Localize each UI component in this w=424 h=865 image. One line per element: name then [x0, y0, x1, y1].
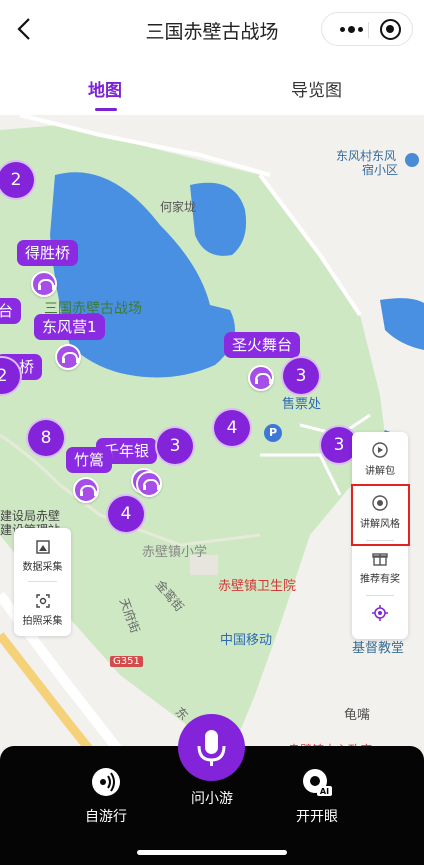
map-label-church: 基督教堂	[352, 641, 405, 656]
photo-scan-icon	[35, 594, 50, 608]
audio-pin-icon[interactable]	[55, 344, 81, 370]
open-eye-button[interactable]: AI 开开眼	[277, 766, 357, 826]
spot-zhugao[interactable]: 竹篙	[66, 447, 113, 473]
more-dots-icon[interactable]	[336, 13, 366, 45]
audio-pack-icon	[372, 442, 388, 458]
spot-tai[interactable]: 台	[0, 298, 22, 324]
data-collect-label: 数据采集	[22, 562, 63, 573]
voice-ask-button[interactable]	[178, 714, 245, 781]
open-eye-label: 开开眼	[296, 809, 338, 825]
map-label-guizui: 龟嘴	[344, 708, 371, 723]
cluster-marker[interactable]: 8	[26, 418, 66, 458]
photo-collect-button[interactable]: 拍照采集	[14, 594, 71, 627]
gift-icon	[372, 553, 388, 566]
map-label-school: 赤壁镇小学	[142, 545, 208, 560]
active-tab-indicator	[95, 108, 117, 111]
tab-map[interactable]: 地图	[88, 76, 122, 101]
audio-pack-button[interactable]: 讲解包	[352, 442, 408, 477]
self-tour-label: 自游行	[85, 809, 127, 825]
audio-pin-icon[interactable]	[248, 365, 274, 391]
residential-pin-icon	[405, 153, 419, 167]
locate-button[interactable]	[352, 605, 408, 625]
photo-collect-label: 拍照采集	[22, 616, 63, 627]
highway-badge: G351	[110, 656, 143, 667]
recommend-reward-button[interactable]: 推荐有奖	[352, 550, 408, 585]
audio-pack-label: 讲解包	[365, 466, 395, 477]
locate-icon	[372, 605, 388, 621]
toolbar-divider	[28, 581, 57, 582]
narration-style-highlight	[351, 484, 410, 546]
self-tour-button[interactable]: 自游行	[66, 766, 146, 826]
spot-dongfengying[interactable]: 东风营1	[34, 314, 105, 340]
map-label-dongfeng-2: 宿小区	[362, 163, 399, 177]
self-tour-icon	[92, 768, 120, 796]
parking-icon[interactable]: P	[264, 424, 282, 442]
tab-guide-map[interactable]: 导览图	[291, 76, 342, 101]
ai-camera-icon: AI	[303, 769, 332, 796]
capsule-divider	[368, 22, 369, 38]
left-toolbar: 数据采集 拍照采集	[14, 528, 71, 636]
microphone-icon	[197, 730, 226, 766]
data-collect-button[interactable]: 数据采集	[14, 540, 71, 573]
recommend-reward-label: 推荐有奖	[360, 574, 400, 585]
map-label-health: 赤壁镇卫生院	[218, 579, 297, 594]
ai-badge-text: AI	[320, 787, 329, 796]
cluster-marker[interactable]: 4	[212, 408, 252, 448]
audio-pin-icon[interactable]	[31, 271, 57, 297]
data-collect-icon	[35, 540, 50, 554]
voice-ask-label: 问小游	[191, 791, 233, 807]
spot-deshengqiao[interactable]: 得胜桥	[17, 240, 79, 266]
map-label-mobile: 中国移动	[220, 633, 273, 648]
map-label-hejialong: 何家垅	[160, 200, 197, 214]
spot-shenghuo-stage[interactable]: 圣火舞台	[224, 332, 301, 358]
target-circle-icon[interactable]	[380, 19, 401, 40]
cluster-marker[interactable]: 4	[106, 494, 146, 534]
home-indicator	[137, 850, 287, 855]
nav-bar: 三国赤壁古战场	[0, 0, 424, 60]
audio-pin-icon[interactable]	[136, 471, 162, 497]
cluster-marker[interactable]: 3	[281, 356, 321, 396]
cluster-marker[interactable]: 3	[155, 426, 195, 466]
mini-program-capsule	[321, 12, 413, 46]
toolbar-divider	[366, 595, 394, 596]
audio-pin-icon[interactable]	[73, 477, 99, 503]
tab-bar: 地图 导览图	[0, 60, 424, 115]
